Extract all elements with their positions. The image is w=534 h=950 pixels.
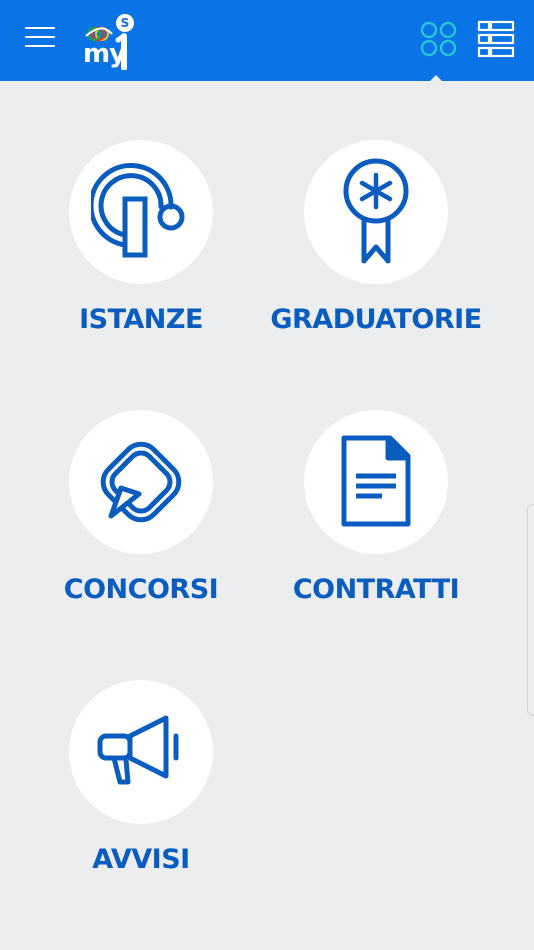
- document-icon: [341, 435, 411, 527]
- tile-istanze-circle: [69, 140, 213, 284]
- paper-plane-badge-icon: [100, 441, 182, 523]
- list-view-icon[interactable]: [477, 20, 515, 58]
- menu-hamburger-icon[interactable]: [22, 22, 60, 54]
- app-logo: my S: [78, 12, 140, 70]
- tile-istanze-label: ISTANZE: [79, 304, 203, 335]
- tile-contratti[interactable]: CONTRATTI: [266, 410, 486, 605]
- tile-graduatorie-circle: [304, 140, 448, 284]
- active-view-indicator: [429, 75, 443, 82]
- istanze-icon: [91, 162, 185, 258]
- megaphone-icon: [97, 715, 179, 785]
- tile-istanze[interactable]: ISTANZE: [31, 140, 251, 335]
- tile-graduatorie[interactable]: GRADUATORIE: [266, 140, 486, 335]
- tile-contratti-circle: [304, 410, 448, 554]
- logo-badge: S: [116, 14, 134, 32]
- ribbon-award-icon: [343, 158, 409, 264]
- top-app-bar: my S: [0, 0, 534, 82]
- logo-text: my: [83, 39, 126, 69]
- tile-avvisi-label: AVVISI: [92, 844, 190, 875]
- tile-avvisi-circle: [69, 680, 213, 824]
- tile-graduatorie-label: GRADUATORIE: [270, 304, 482, 335]
- tile-contratti-label: CONTRATTI: [292, 574, 460, 605]
- tile-concorsi-label: CONCORSI: [63, 574, 219, 605]
- side-drawer-handle[interactable]: [527, 504, 534, 716]
- tile-concorsi[interactable]: CONCORSI: [31, 410, 251, 605]
- tile-avvisi[interactable]: AVVISI: [31, 680, 251, 875]
- tile-concorsi-circle: [69, 410, 213, 554]
- grid-view-icon[interactable]: [420, 20, 458, 58]
